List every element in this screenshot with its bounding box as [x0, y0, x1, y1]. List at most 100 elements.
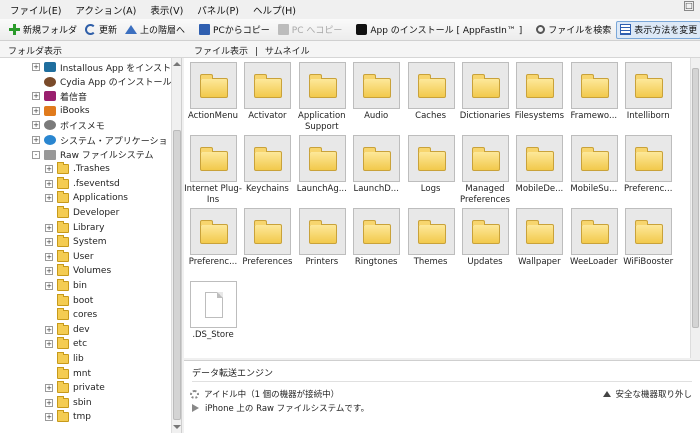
folder-item[interactable]: Managed Preferences — [458, 131, 512, 205]
tree-item[interactable]: + 着信音 — [32, 89, 87, 103]
expand-icon[interactable]: + — [45, 398, 53, 407]
menu-item[interactable]: ファイル(E) — [10, 3, 61, 17]
folder-item[interactable]: Printers — [295, 204, 349, 276]
tree-item[interactable]: Developer — [45, 206, 119, 220]
expand-icon[interactable]: + — [32, 63, 40, 71]
thumbnail-tab[interactable]: サムネイル — [265, 47, 310, 57]
item-label: Printers — [305, 257, 339, 267]
folder-item[interactable]: Filesystems — [512, 58, 566, 130]
safe-eject-button[interactable]: 安全な機器取り外し — [603, 388, 692, 400]
folder-item[interactable]: Themes — [404, 204, 458, 276]
copy-to-pc-button[interactable]: PC へコピー — [275, 21, 346, 39]
menu-item[interactable]: ヘルプ(H) — [253, 3, 296, 17]
folder-icon — [57, 235, 69, 248]
folder-item[interactable]: Keychains — [240, 131, 294, 203]
folder-item[interactable]: LaunchAg... — [295, 131, 349, 203]
refresh-button[interactable]: 更新 — [82, 21, 120, 39]
expand-icon[interactable]: + — [45, 194, 53, 203]
tree-item[interactable]: cores — [45, 308, 97, 322]
tree-item[interactable]: + bin — [45, 279, 87, 293]
tree-item[interactable]: + Library — [45, 220, 104, 235]
expand-icon[interactable]: + — [45, 252, 53, 261]
folder-item[interactable]: Logs — [404, 131, 458, 203]
menu-item[interactable]: 表示(V) — [150, 3, 183, 17]
expand-icon[interactable]: + — [45, 179, 53, 188]
menu-item[interactable]: アクション(A) — [75, 3, 136, 17]
folder-item[interactable]: LaunchD... — [349, 131, 403, 203]
tree-item[interactable]: + Applications — [45, 191, 128, 205]
expand-icon[interactable]: + — [45, 165, 53, 174]
tree-item[interactable]: boot — [45, 293, 93, 308]
expand-icon[interactable]: + — [45, 282, 53, 290]
tree-item[interactable]: + Volumes — [45, 264, 111, 278]
folder-item[interactable]: Application Support — [295, 58, 349, 132]
tree-scrollbar[interactable] — [171, 58, 181, 433]
scroll-thumb[interactable] — [173, 130, 181, 420]
tree-item[interactable]: + システム・アプリケーショ — [32, 133, 168, 147]
folder-item[interactable]: Dictionaries — [458, 58, 512, 130]
tree-item[interactable]: - Raw ファイルシステム — [32, 148, 154, 162]
folder-item[interactable]: Ringtones — [349, 204, 403, 276]
tree-item[interactable]: + Installous App をインスト — [32, 60, 171, 74]
folder-item[interactable]: Audio — [349, 58, 403, 130]
scroll-up-icon[interactable] — [173, 62, 181, 66]
tree-item[interactable]: + .Trashes — [45, 162, 110, 176]
expand-icon[interactable]: + — [32, 106, 40, 115]
folder-item[interactable]: MobileDe... — [512, 131, 566, 203]
expand-icon[interactable]: + — [45, 384, 53, 393]
tree-item[interactable]: + System — [45, 235, 107, 249]
folder-item[interactable]: WeeLoader — [567, 204, 621, 276]
folder-item[interactable]: Intelliborn — [621, 58, 675, 130]
collapse-icon[interactable]: - — [32, 150, 40, 159]
toolbar: 新規フォルダ 更新 上の階層へ PCからコピー PC へコピー App のインス… — [0, 19, 700, 41]
scroll-down-icon[interactable] — [173, 425, 181, 429]
folder-item[interactable]: Internet Plug-Ins — [184, 131, 242, 205]
folder-item[interactable]: Framewo... — [567, 58, 621, 130]
window-control-icon[interactable]: □ — [684, 1, 694, 11]
tree-item[interactable]: + etc — [45, 337, 87, 351]
folder-item[interactable]: Caches — [404, 58, 458, 130]
tree-item[interactable]: Cydia App のインストール — [32, 75, 171, 89]
tree-item[interactable]: + User — [45, 249, 94, 264]
file-item[interactable]: .DS_Store — [186, 277, 240, 349]
expand-icon[interactable]: + — [32, 121, 40, 130]
folder-item[interactable]: Updates — [458, 204, 512, 276]
tree-item[interactable]: + dev — [45, 322, 90, 337]
expand-icon[interactable]: + — [45, 223, 53, 232]
expand-icon[interactable]: + — [45, 267, 53, 276]
new-folder-button[interactable]: 新規フォルダ — [6, 21, 80, 39]
tree-item[interactable]: + .fseventsd — [45, 176, 120, 191]
tree-item[interactable]: + sbin — [45, 395, 92, 410]
expand-icon[interactable]: + — [45, 340, 53, 349]
pc-copy-icon — [199, 24, 211, 35]
folder-item[interactable]: Preferenc... — [186, 204, 240, 276]
folder-item[interactable]: Activator — [240, 58, 294, 130]
folder-item[interactable]: Wallpaper — [512, 204, 566, 276]
file-view-tab[interactable]: ファイル表示 — [194, 47, 248, 57]
expand-icon[interactable]: + — [45, 413, 53, 422]
menu-item[interactable]: パネル(P) — [197, 3, 239, 17]
change-view-button[interactable]: 表示方法を変更 — [616, 20, 700, 39]
search-files-button[interactable]: ファイルを検索 — [533, 21, 614, 39]
tree-item[interactable]: + iBooks — [32, 104, 90, 118]
folder-item[interactable]: Preferences — [240, 204, 294, 276]
tree-item[interactable]: + ボイスメモ — [32, 118, 105, 132]
folder-item[interactable]: WiFiBooster — [621, 204, 675, 276]
folder-item[interactable]: ActionMenu — [186, 58, 240, 130]
item-label: Wallpaper — [518, 257, 561, 267]
install-app-button[interactable]: App のインストール [ AppFastIn™ ] — [353, 21, 525, 39]
folder-item[interactable]: MobileSu... — [567, 131, 621, 203]
tree-item[interactable]: lib — [45, 352, 84, 366]
tree-item[interactable]: + private — [45, 381, 105, 395]
folder-item[interactable]: Preferenc... — [621, 131, 675, 203]
scroll-thumb[interactable] — [692, 68, 699, 328]
up-level-button[interactable]: 上の階層へ — [122, 21, 188, 39]
expand-icon[interactable]: + — [45, 238, 53, 247]
tree-item[interactable]: + tmp — [45, 410, 91, 424]
tree-item[interactable]: mnt — [45, 366, 91, 381]
expand-icon[interactable]: + — [45, 325, 53, 334]
expand-icon[interactable]: + — [32, 136, 40, 144]
copy-from-pc-button[interactable]: PCからコピー — [196, 21, 273, 39]
grid-scrollbar[interactable] — [690, 58, 700, 358]
expand-icon[interactable]: + — [32, 92, 40, 101]
